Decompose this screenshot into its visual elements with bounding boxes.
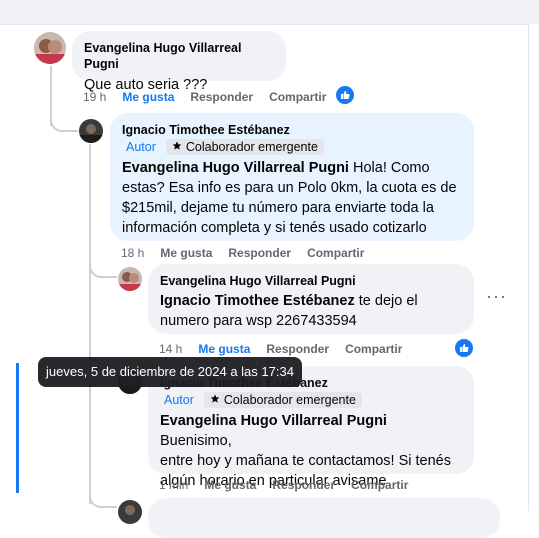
avatar[interactable] bbox=[79, 119, 103, 143]
avatar[interactable] bbox=[34, 32, 66, 64]
comment-author[interactable]: Ignacio Timothee Estébanez bbox=[122, 122, 462, 138]
comment-bubble-partial bbox=[148, 498, 500, 538]
star-icon bbox=[210, 393, 220, 407]
reply-button[interactable]: Responder bbox=[190, 90, 253, 104]
rising-contributor-badge: Colaborador emergente bbox=[203, 392, 362, 408]
comment-bubble: Evangelina Hugo Villarreal Pugni Ignacio… bbox=[148, 264, 474, 334]
more-options-icon[interactable]: ··· bbox=[486, 286, 507, 307]
top-bar bbox=[0, 0, 539, 25]
comment-text-line: $215mil, dejame tu número para enviarte … bbox=[122, 200, 434, 216]
comment-text-line: información completa y si tenés usado co… bbox=[122, 220, 427, 236]
timestamp-tooltip: jueves, 5 de diciembre de 2024 a las 17:… bbox=[38, 357, 302, 387]
thread-connector bbox=[89, 260, 117, 278]
comment-actions: 1 min Me gusta Responder Compartir bbox=[159, 478, 408, 492]
mention-link[interactable]: Evangelina Hugo Villarreal Pugni bbox=[160, 413, 387, 429]
comment-timestamp[interactable]: 14 h bbox=[159, 342, 182, 356]
like-reaction-icon[interactable] bbox=[336, 86, 354, 104]
share-button[interactable]: Compartir bbox=[345, 342, 402, 356]
author-badge: Autor bbox=[164, 393, 194, 407]
author-badges: Autor Colaborador emergente bbox=[122, 139, 462, 155]
reply-button[interactable]: Responder bbox=[272, 478, 335, 492]
author-badges: Autor Colaborador emergente bbox=[160, 392, 462, 408]
thread-line bbox=[89, 144, 91, 504]
rising-contributor-label: Colaborador emergente bbox=[185, 140, 318, 154]
comment-actions: 19 h Me gusta Responder Compartir bbox=[83, 90, 326, 104]
share-button[interactable]: Compartir bbox=[307, 246, 364, 260]
like-button[interactable]: Me gusta bbox=[204, 478, 256, 492]
rising-contributor-label: Colaborador emergente bbox=[223, 393, 356, 407]
like-button[interactable]: Me gusta bbox=[160, 246, 212, 260]
comment-text-line: entre hoy y mañana te contactamos! Si te… bbox=[160, 453, 451, 469]
thread-connector bbox=[50, 114, 78, 132]
comment-author[interactable]: Evangelina Hugo Villarreal Pugni bbox=[84, 40, 274, 72]
comment-text-line: numero para wsp 2267433594 bbox=[160, 313, 357, 329]
share-button[interactable]: Compartir bbox=[351, 478, 408, 492]
comment-author[interactable]: Evangelina Hugo Villarreal Pugni bbox=[160, 273, 462, 289]
comment-actions: 14 h Me gusta Responder Compartir bbox=[159, 342, 402, 356]
comment-timestamp[interactable]: 1 min bbox=[159, 478, 188, 492]
rising-contributor-badge: Colaborador emergente bbox=[165, 139, 324, 155]
comment-bubble: Evangelina Hugo Villarreal Pugni Que aut… bbox=[72, 31, 286, 93]
comment-timestamp[interactable]: 18 h bbox=[121, 246, 144, 260]
scrollbar[interactable] bbox=[528, 24, 539, 511]
comment-text: Ignacio Timothee Estébanez te dejo el nu… bbox=[160, 291, 462, 331]
highlight-bar bbox=[16, 363, 19, 493]
author-badge: Autor bbox=[126, 140, 156, 154]
comment-text-line: Hola! Como bbox=[353, 160, 430, 176]
comment-text-line: te dejo el bbox=[358, 293, 418, 309]
comment-text: Evangelina Hugo Villarreal Pugni Hola! C… bbox=[122, 158, 462, 238]
star-icon bbox=[172, 140, 182, 154]
comment-text-line: Buenisimo, bbox=[160, 433, 232, 449]
avatar[interactable] bbox=[118, 267, 142, 291]
like-reaction-icon[interactable] bbox=[455, 339, 473, 357]
avatar[interactable] bbox=[118, 500, 142, 524]
mention-link[interactable]: Evangelina Hugo Villarreal Pugni bbox=[122, 160, 349, 176]
reply-button[interactable]: Responder bbox=[266, 342, 329, 356]
comment-actions: 18 h Me gusta Responder Compartir bbox=[121, 246, 364, 260]
share-button[interactable]: Compartir bbox=[269, 90, 326, 104]
like-button[interactable]: Me gusta bbox=[122, 90, 174, 104]
comment-timestamp[interactable]: 19 h bbox=[83, 90, 106, 104]
comment-bubble: Ignacio Timothee Estébanez Autor Colabor… bbox=[110, 113, 474, 241]
mention-link[interactable]: Ignacio Timothee Estébanez bbox=[160, 293, 355, 309]
like-button[interactable]: Me gusta bbox=[198, 342, 250, 356]
thread-connector bbox=[89, 492, 117, 508]
reply-button[interactable]: Responder bbox=[228, 246, 291, 260]
comment-text-line: estas? Esa info es para un Polo 0km, la … bbox=[122, 180, 457, 196]
